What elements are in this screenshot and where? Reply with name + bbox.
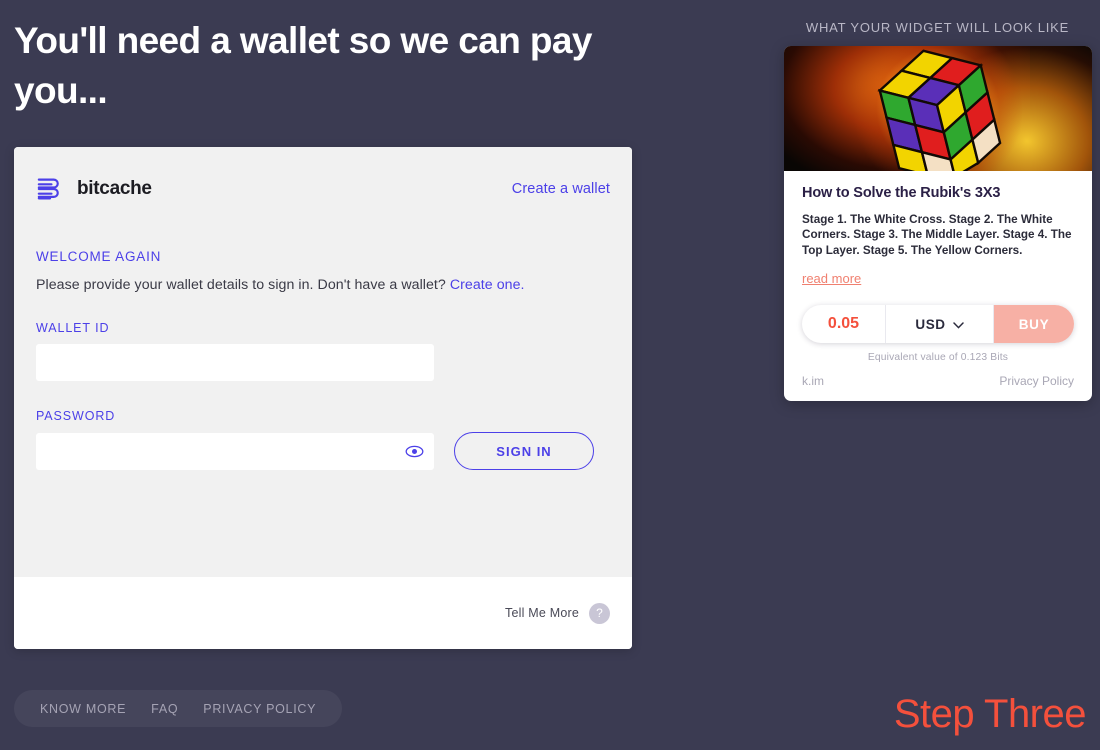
wallet-signin-card: bitcache Create a wallet WELCOME AGAIN P… bbox=[14, 147, 632, 649]
password-input-wrap bbox=[36, 432, 434, 470]
nav-item-know-more[interactable]: KNOW MORE bbox=[40, 702, 126, 716]
sign-in-button[interactable]: SIGN IN bbox=[454, 432, 594, 470]
wallet-id-label: WALLET ID bbox=[36, 321, 110, 335]
create-a-wallet-link[interactable]: Create a wallet bbox=[512, 181, 610, 197]
brand: bitcache bbox=[36, 174, 152, 204]
password-row: SIGN IN bbox=[36, 432, 610, 470]
currency-selector[interactable]: USD bbox=[886, 305, 994, 344]
brand-name: bitcache bbox=[77, 178, 152, 199]
auth-card-body: bitcache Create a wallet WELCOME AGAIN P… bbox=[14, 147, 632, 577]
eye-icon[interactable] bbox=[404, 444, 424, 458]
buy-amount-value[interactable]: 0.05 bbox=[802, 305, 886, 344]
widget-footer: k.im Privacy Policy bbox=[784, 363, 1092, 401]
wallet-id-input[interactable] bbox=[36, 344, 434, 381]
auth-card-header: bitcache Create a wallet bbox=[36, 147, 610, 231]
wallet-id-input-wrap bbox=[36, 344, 434, 381]
widget-body: How to Solve the Rubik's 3X3 Stage 1. Th… bbox=[784, 171, 1092, 292]
help-badge[interactable]: ? bbox=[589, 602, 610, 624]
bottom-nav: KNOW MORE FAQ PRIVACY POLICY bbox=[14, 690, 343, 727]
wallet-id-row bbox=[36, 344, 610, 381]
step-label: Step Three bbox=[893, 692, 1087, 736]
welcome-subtext: Please provide your wallet details to si… bbox=[36, 277, 610, 293]
create-one-link[interactable]: Create one. bbox=[450, 277, 525, 293]
currency-label: USD bbox=[915, 316, 946, 332]
nav-item-faq[interactable]: FAQ bbox=[151, 702, 178, 716]
widget-title: How to Solve the Rubik's 3X3 bbox=[802, 185, 1001, 201]
widget-preview-card: How to Solve the Rubik's 3X3 Stage 1. Th… bbox=[784, 46, 1092, 402]
password-input[interactable] bbox=[36, 432, 434, 470]
tell-me-more-link[interactable]: Tell Me More bbox=[505, 606, 579, 620]
widget-description: Stage 1. The White Cross. Stage 2. The W… bbox=[802, 213, 1072, 257]
page-title: You'll need a wallet so we can pay you..… bbox=[14, 20, 592, 111]
auth-card-footer: Tell Me More ? bbox=[14, 577, 632, 649]
password-label: PASSWORD bbox=[36, 409, 116, 423]
nav-item-privacy-policy[interactable]: PRIVACY POLICY bbox=[203, 702, 316, 716]
welcome-subtext-static: Please provide your wallet details to si… bbox=[36, 277, 446, 293]
widget-privacy-policy-link[interactable]: Privacy Policy bbox=[999, 374, 1074, 388]
widget-preview-caption: WHAT YOUR WIDGET WILL LOOK LIKE bbox=[805, 20, 1070, 35]
bitcache-b-logo-icon bbox=[36, 174, 66, 204]
rubiks-cube-glow-image bbox=[784, 46, 1092, 171]
buy-button[interactable]: BUY bbox=[994, 305, 1074, 344]
equivalent-value-note: Equivalent value of 0.123 Bits bbox=[867, 352, 1009, 364]
widget-site-link[interactable]: k.im bbox=[802, 374, 824, 388]
read-more-link[interactable]: read more bbox=[802, 271, 861, 286]
chevron-down-icon bbox=[952, 317, 964, 332]
welcome-heading: WELCOME AGAIN bbox=[36, 249, 162, 264]
buy-bar: 0.05 USD BUY bbox=[802, 305, 1074, 344]
